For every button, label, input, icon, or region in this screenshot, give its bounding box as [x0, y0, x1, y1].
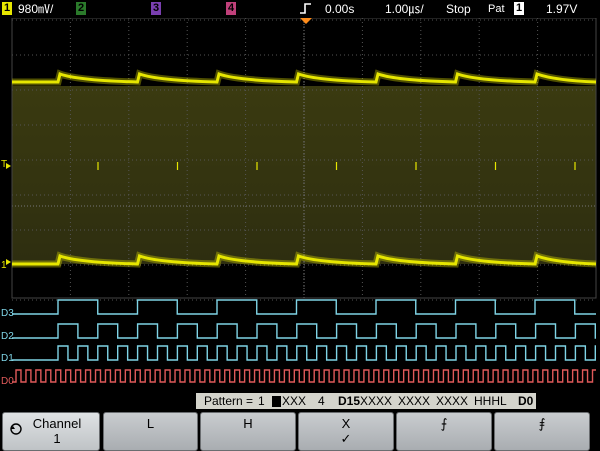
high-softkey[interactable]: H: [200, 412, 296, 451]
d1-trace: [12, 345, 596, 361]
run-state: Stop: [446, 2, 471, 16]
rising-edge-softkey[interactable]: ⨍: [396, 412, 492, 451]
d3-label: D3: [1, 308, 14, 319]
channel-1-scale: 980㎷/: [18, 2, 54, 16]
time-offset: 0.00s: [325, 2, 355, 16]
channel-softkey-label: Channel: [32, 416, 82, 431]
status-bar: 1 980㎷/ 2 3 4 0.00s 1.00㎲/ Stop Pat 1 1.…: [0, 0, 600, 18]
softkey-row: Channel 1 L H X ✓ ⨍ ⨎: [0, 410, 600, 451]
d2-label: D2: [1, 331, 14, 342]
pattern-cursor: [272, 396, 281, 407]
pattern-d15-label: D15: [338, 394, 361, 408]
pattern-d0-label: D0: [518, 394, 534, 408]
channel-3-indicator[interactable]: 3: [151, 2, 161, 15]
d0-label: D0: [1, 376, 14, 387]
trigger-level: 1.97V: [546, 2, 578, 16]
low-softkey[interactable]: L: [103, 412, 198, 451]
time-scale: 1.00㎲/: [385, 2, 424, 16]
trigger-source: 1: [514, 2, 524, 15]
pattern-group-2: XXXX: [398, 394, 431, 408]
dont-care-softkey-label: X: [341, 416, 351, 431]
low-softkey-label: L: [146, 416, 155, 431]
dont-care-softkey[interactable]: X ✓: [298, 412, 394, 451]
d1-label: D1: [1, 353, 14, 364]
waveform-canvas: T 1 D3 D2 D1 D0: [1, 18, 597, 387]
channel-softkey[interactable]: Channel 1: [2, 412, 100, 451]
falling-edge-softkey-icon: ⨎: [538, 416, 546, 431]
channel-softkey-value: 1: [53, 431, 61, 446]
waveform-display[interactable]: T 1 D3 D2 D1 D0: [0, 18, 600, 392]
trigger-mode: Pat: [488, 3, 505, 15]
trigger-position-marker[interactable]: [300, 18, 312, 24]
d2-trace: [12, 323, 596, 339]
d3-trace: [12, 299, 596, 315]
channel-2-indicator[interactable]: 2: [76, 2, 86, 15]
pattern-bar: Pattern = 1 XXX 4 D15 XXXX XXXX XXXX HHH…: [0, 392, 600, 410]
channel-4-indicator[interactable]: 4: [226, 2, 236, 15]
high-softkey-label: H: [243, 416, 253, 431]
pattern-ch1-value: 1: [258, 394, 265, 408]
digital-traces: [12, 299, 596, 383]
channel-1-ground-marker[interactable]: 1: [1, 259, 11, 271]
selected-check-icon: ✓: [340, 431, 352, 446]
pattern-group-3: XXXX: [436, 394, 469, 408]
pattern-definition[interactable]: Pattern = 1 XXX 4 D15 XXXX XXXX XXXX HHH…: [196, 393, 536, 409]
pattern-ch2-4-value: XXX: [282, 394, 307, 408]
rising-edge-softkey-icon: ⨍: [440, 416, 448, 431]
falling-edge-softkey[interactable]: ⨎: [494, 412, 590, 451]
pattern-group-4: HHHL: [474, 394, 507, 408]
pattern-group-1: XXXX: [360, 394, 393, 408]
channel-1-indicator[interactable]: 1: [2, 2, 12, 15]
pattern-ch4-label: 4: [318, 394, 325, 408]
d0-trace: [12, 369, 596, 383]
pattern-label: Pattern =: [204, 394, 254, 408]
trigger-level-marker[interactable]: T: [1, 159, 11, 170]
